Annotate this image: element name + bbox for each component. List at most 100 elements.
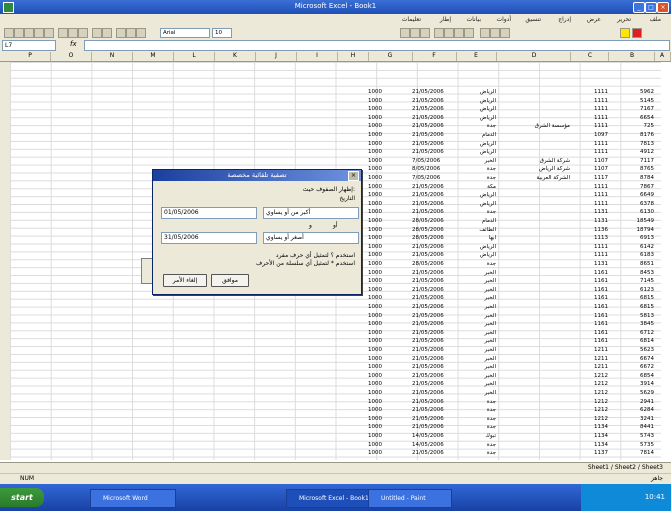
menu-item[interactable]: بيانات xyxy=(467,16,481,23)
table-cell[interactable]: 21/05/2006 xyxy=(412,244,456,250)
table-row[interactable]: 1000 21/05/2006 الخبر 1161 5813 xyxy=(368,312,660,320)
cancel-button[interactable]: إلغاء الأمر xyxy=(163,274,207,287)
table-cell[interactable]: الخبر xyxy=(456,347,496,353)
table-cell[interactable]: 7145 xyxy=(610,278,654,284)
table-row[interactable]: 1000 21/05/2006 الخبر 1212 6854 xyxy=(368,372,660,380)
chart-icon[interactable] xyxy=(136,28,146,38)
merge-icon[interactable] xyxy=(464,28,474,38)
table-cell[interactable]: 1131 xyxy=(572,209,608,215)
sheet-tab-list[interactable]: Sheet1 / Sheet2 / Sheet3 xyxy=(588,464,663,471)
table-cell[interactable]: 1211 xyxy=(572,356,608,362)
table-cell[interactable]: 18794 xyxy=(610,227,655,233)
table-cell[interactable]: الخبر xyxy=(456,373,496,379)
table-cell[interactable]: جدة xyxy=(456,166,496,172)
table-cell[interactable]: 21/05/2006 xyxy=(412,98,456,104)
table-cell[interactable]: الخبر xyxy=(456,330,496,336)
table-cell[interactable]: 1000 xyxy=(368,123,412,129)
table-cell[interactable]: 1000 xyxy=(368,132,412,138)
table-cell[interactable]: الرياض xyxy=(456,252,496,258)
operator1-select[interactable]: أكبر من أو يساوي xyxy=(263,207,359,219)
copy-icon[interactable] xyxy=(68,28,78,38)
table-cell[interactable]: 1161 xyxy=(572,330,608,336)
table-cell[interactable]: 1131 xyxy=(572,261,608,267)
table-cell[interactable]: 1212 xyxy=(572,399,608,405)
taskbar-item-word[interactable]: Microsoft Word xyxy=(90,489,176,508)
new-icon[interactable] xyxy=(4,28,14,38)
table-cell[interactable]: جدة xyxy=(456,424,496,430)
table-row[interactable]: 1000 21/05/2006 الرياض 1111 6183 xyxy=(368,251,660,259)
column-header[interactable]: E xyxy=(456,52,497,61)
table-cell[interactable]: 1107 xyxy=(572,158,608,164)
table-row[interactable]: 1000 21/05/2006 جدة 1137 7814 xyxy=(368,449,660,457)
table-cell[interactable]: 1212 xyxy=(572,381,608,387)
table-cell[interactable]: جدة xyxy=(456,399,496,405)
table-cell[interactable]: 1111 xyxy=(572,141,608,147)
table-cell[interactable]: 8176 xyxy=(610,132,654,138)
table-row[interactable]: 1000 21/05/2006 الرياض 1111 6649 xyxy=(368,191,660,199)
table-cell[interactable]: 1000 xyxy=(368,381,412,387)
value2-input[interactable]: 31/05/2006 xyxy=(161,232,257,244)
table-cell[interactable]: 21/05/2006 xyxy=(412,424,456,430)
table-cell[interactable]: 6183 xyxy=(610,252,654,258)
table-row[interactable]: 1000 21/05/2006 مكة 1111 7867 xyxy=(368,183,660,191)
table-row[interactable]: 1000 7/05/2006 الخبر شركة الشرق 1107 7117 xyxy=(368,157,660,165)
table-cell[interactable]: 6815 xyxy=(610,304,654,310)
table-cell[interactable]: 1000 xyxy=(368,115,412,121)
table-cell[interactable]: 1000 xyxy=(368,278,412,284)
value1-input[interactable]: 01/05/2006 xyxy=(161,207,257,219)
table-cell[interactable]: 5962 xyxy=(610,89,654,95)
table-cell[interactable]: 1111 xyxy=(572,123,608,129)
table-cell[interactable]: 1000 xyxy=(368,330,412,336)
table-cell[interactable]: 1000 xyxy=(368,364,412,370)
table-row[interactable]: 1000 21/05/2006 جدة 1212 6284 xyxy=(368,406,660,414)
name-box[interactable]: L7 xyxy=(2,40,56,51)
table-cell[interactable]: مكة xyxy=(456,184,496,190)
table-cell[interactable]: 8784 xyxy=(610,175,654,181)
table-cell[interactable]: 1000 xyxy=(368,227,412,233)
operator2-select[interactable]: أصغر أو يساوي xyxy=(263,232,359,244)
table-cell[interactable]: 5623 xyxy=(610,347,654,353)
table-cell[interactable]: 21/05/2006 xyxy=(412,356,456,362)
column-header[interactable]: O xyxy=(51,52,92,61)
column-header[interactable]: F xyxy=(412,52,457,61)
table-row[interactable]: 1000 21/05/2006 جدة مؤسسة الشرق 1111 725 xyxy=(368,122,660,130)
table-row[interactable]: 1000 21/05/2006 الرياض 1111 4912 xyxy=(368,148,660,156)
taskbar-item-paint[interactable]: Untitled - Paint xyxy=(368,489,452,508)
column-header[interactable]: L xyxy=(174,52,215,61)
menu-item[interactable]: أدوات xyxy=(496,16,511,23)
table-cell[interactable]: 8651 xyxy=(610,261,654,267)
table-cell[interactable]: 21/05/2006 xyxy=(412,450,456,456)
table-cell[interactable]: 18549 xyxy=(610,218,655,224)
table-cell[interactable]: 4912 xyxy=(610,149,654,155)
table-cell[interactable]: 1000 xyxy=(368,356,412,362)
table-row[interactable]: 1000 21/05/2006 جدة 1134 8441 xyxy=(368,423,660,431)
table-cell[interactable]: 1000 xyxy=(368,424,412,430)
table-row[interactable]: 1000 21/05/2006 الرياض 1111 7167 xyxy=(368,105,660,113)
table-cell[interactable]: 1000 xyxy=(368,416,412,422)
table-cell[interactable]: 1000 xyxy=(368,270,412,276)
table-cell[interactable]: 5813 xyxy=(610,313,654,319)
table-cell[interactable]: 21/05/2006 xyxy=(412,416,456,422)
font-size-select[interactable]: 10 xyxy=(212,28,232,38)
table-cell[interactable]: 1000 xyxy=(368,304,412,310)
italic-icon[interactable] xyxy=(410,28,420,38)
table-cell[interactable]: جدة xyxy=(456,175,496,181)
table-cell[interactable]: 1000 xyxy=(368,89,412,95)
table-cell[interactable]: 28/05/2006 xyxy=(412,227,456,233)
table-row[interactable]: 1000 28/05/2006 الدمام 1131 18549 xyxy=(368,217,660,225)
table-cell[interactable]: الرياض xyxy=(456,149,496,155)
bold-icon[interactable] xyxy=(400,28,410,38)
table-cell[interactable]: 6378 xyxy=(610,201,654,207)
table-cell[interactable]: 6142 xyxy=(610,244,654,250)
table-cell[interactable]: تبوك xyxy=(456,433,496,439)
table-cell[interactable]: 8/05/2006 xyxy=(412,166,456,172)
table-cell[interactable]: 1111 xyxy=(572,201,608,207)
table-cell[interactable]: الخبر xyxy=(456,295,496,301)
table-cell[interactable]: 21/05/2006 xyxy=(412,149,456,155)
table-cell[interactable]: 6815 xyxy=(610,295,654,301)
table-cell[interactable]: 8453 xyxy=(610,270,654,276)
table-row[interactable]: 1000 21/05/2006 الرياض 1111 5145 xyxy=(368,97,660,105)
table-cell[interactable]: 1000 xyxy=(368,175,412,181)
table-cell[interactable]: 7814 xyxy=(610,450,654,456)
table-cell[interactable]: 1000 xyxy=(368,106,412,112)
